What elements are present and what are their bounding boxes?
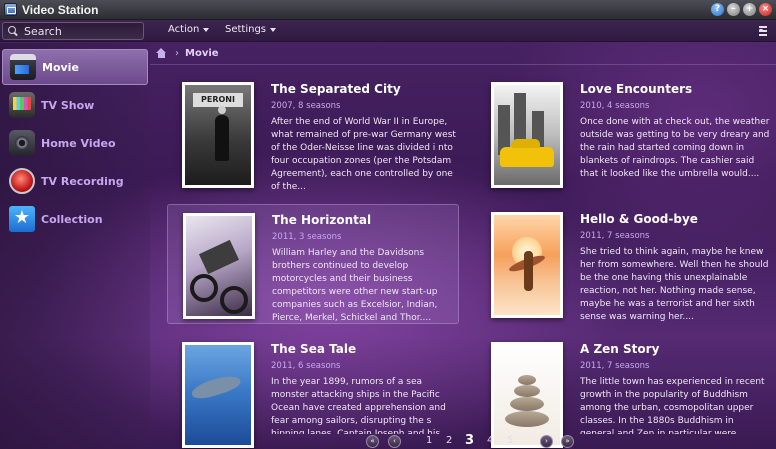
page-number[interactable]: 2 (446, 435, 452, 446)
movie-description: In the year 1899, rumors of a sea monste… (271, 377, 446, 434)
page-number[interactable]: 5 (507, 435, 513, 446)
title-bar: Video Station ? – + × (0, 0, 776, 20)
chevron-down-icon (203, 27, 210, 32)
movie-title[interactable]: The Horizontal (272, 213, 371, 227)
movie-poster[interactable] (183, 213, 255, 319)
search-input[interactable] (24, 24, 142, 38)
movie-title[interactable]: A Zen Story (580, 342, 659, 356)
movie-meta: 2011, 7 seasons (580, 231, 650, 241)
maximize-icon[interactable]: + (743, 3, 756, 16)
poster-image: PERONI (185, 85, 251, 185)
help-icon[interactable]: ? (711, 3, 724, 16)
prev-page-button[interactable]: ‹ (388, 435, 401, 448)
movie-card[interactable]: Love Encounters 2010, 4 seasons Once don… (476, 74, 770, 194)
pagination: « ‹ 1 2 3 4 5 › » (0, 433, 776, 449)
sidebar-item-label: Home Video (41, 136, 116, 150)
movie-poster[interactable]: PERONI (182, 82, 254, 188)
sidebar: Movie TV Show Home Video TV Recording Co… (0, 43, 150, 449)
home-icon[interactable] (156, 48, 167, 58)
window-controls: ? – + × (711, 3, 772, 16)
last-page-button[interactable]: » (561, 435, 574, 448)
camcorder-icon (9, 130, 35, 156)
sidebar-item-movie[interactable]: Movie (2, 49, 148, 85)
sidebar-item-tv-recording[interactable]: TV Recording (2, 163, 148, 199)
chevron-down-icon (270, 27, 277, 32)
toolbar: Action Settings (0, 20, 776, 42)
movie-card[interactable]: Hello & Good-bye 2011, 7 seasons She tri… (476, 204, 769, 324)
movie-title[interactable]: The Sea Tale (271, 342, 356, 356)
movie-title[interactable]: Hello & Good-bye (580, 212, 698, 226)
star-icon (9, 206, 35, 232)
movie-meta: 2011, 7 seasons (580, 361, 650, 371)
next-page-button[interactable]: › (540, 435, 553, 448)
close-icon[interactable]: × (759, 3, 772, 16)
clapperboard-icon (10, 54, 36, 80)
poster-image (185, 345, 251, 445)
chevron-right-icon: › (175, 47, 179, 59)
poster-image (494, 345, 560, 445)
movie-card[interactable]: The Sea Tale 2011, 6 seasons In the year… (167, 334, 459, 448)
breadcrumb: › Movie (156, 45, 219, 61)
window-title: Video Station (22, 2, 99, 17)
movie-card[interactable]: A Zen Story 2011, 7 seasons The little t… (476, 334, 768, 448)
movie-meta: 2007, 8 seasons (271, 101, 341, 111)
page-number[interactable]: 4 (487, 435, 493, 446)
movie-poster[interactable] (491, 82, 563, 188)
movie-poster[interactable] (491, 212, 563, 318)
settings-menu-label: Settings (225, 24, 267, 35)
view-mode-list-icon[interactable] (759, 25, 771, 36)
sidebar-item-tv-show[interactable]: TV Show (2, 87, 148, 123)
poster-image (186, 216, 252, 316)
movie-card[interactable]: PERONI The Separated City 2007, 8 season… (167, 74, 459, 194)
poster-image (494, 215, 560, 315)
movie-poster[interactable] (182, 342, 254, 448)
movie-meta: 2011, 3 seasons (272, 232, 342, 242)
first-page-button[interactable]: « (366, 435, 379, 448)
sidebar-item-label: Collection (41, 212, 103, 226)
page-number-current[interactable]: 3 (465, 433, 474, 448)
poster-sign-text: PERONI (193, 93, 243, 107)
movie-card-selected[interactable]: The Horizontal 2011, 3 seasons William H… (167, 204, 459, 324)
movie-title[interactable]: The Separated City (271, 82, 401, 96)
action-menu-label: Action (168, 24, 200, 35)
divider (150, 64, 776, 65)
video-station-app-icon (4, 3, 17, 16)
movie-poster[interactable] (491, 342, 563, 448)
sidebar-item-label: TV Recording (41, 174, 124, 188)
tv-icon (9, 92, 35, 118)
movie-meta: 2011, 6 seasons (271, 361, 341, 371)
record-icon (9, 168, 35, 194)
movie-description: She tried to think again, maybe he knew … (580, 247, 769, 322)
action-menu-button[interactable]: Action (168, 24, 210, 35)
breadcrumb-current: Movie (185, 47, 219, 59)
sidebar-item-home-video[interactable]: Home Video (2, 125, 148, 161)
minimize-icon[interactable]: – (727, 3, 740, 16)
sidebar-item-label: TV Show (41, 98, 95, 112)
movie-meta: 2010, 4 seasons (580, 101, 650, 111)
video-station-window: Video Station ? – + × Action Settings (0, 0, 776, 449)
search-icon (8, 25, 19, 37)
sidebar-item-collection[interactable]: Collection (2, 201, 148, 237)
settings-menu-button[interactable]: Settings (225, 24, 277, 35)
movie-description: William Harley and the Davidsons brother… (272, 248, 438, 323)
sidebar-item-label: Movie (42, 60, 79, 74)
page-number[interactable]: 1 (426, 435, 432, 446)
movie-description: After the end of World War II in Europe,… (271, 117, 456, 192)
movie-description: The little town has experienced in recen… (580, 377, 765, 434)
movie-title[interactable]: Love Encounters (580, 82, 692, 96)
poster-image (494, 85, 560, 185)
search-box[interactable] (2, 22, 144, 40)
movie-description: Once done with at check out, the weather… (580, 117, 770, 179)
